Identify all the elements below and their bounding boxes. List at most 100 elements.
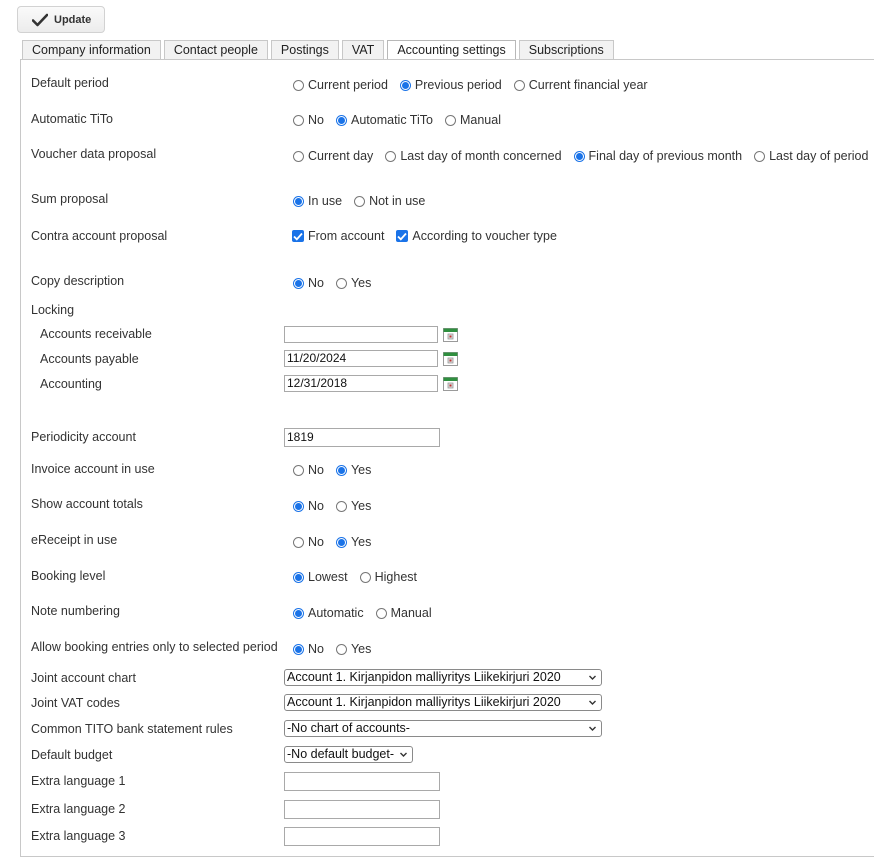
joint-account-chart-select[interactable]: Account 1. Kirjanpidon malliyritys Liike… <box>284 669 602 686</box>
radio-booking-lowest[interactable]: Lowest <box>293 570 348 584</box>
radio-current-day[interactable]: Current day <box>293 149 373 163</box>
radio-final-day-previous-month[interactable]: Final day of previous month <box>573 149 742 163</box>
booking-level-label: Booking level <box>31 569 106 583</box>
checkbox-checked <box>292 230 304 242</box>
settings-panel <box>20 59 874 857</box>
common-tito-rules-select[interactable]: -No chart of accounts- <box>284 720 602 737</box>
tab-company-information[interactable]: Company information <box>22 40 161 59</box>
radio-label: Not in use <box>369 194 426 208</box>
radio-note-manual[interactable]: Manual <box>375 606 432 620</box>
radio-label: Manual <box>390 606 432 620</box>
radio-label: Previous period <box>414 78 502 92</box>
accounts-receivable-date-input[interactable] <box>284 326 438 343</box>
select-value: -No default budget- <box>287 747 395 761</box>
radio-invoice-yes[interactable]: Yes <box>335 463 371 477</box>
sum-proposal-group: In use Not in use <box>293 194 437 208</box>
radio-label: Last day of month concerned <box>400 149 562 163</box>
radio-button <box>444 114 456 126</box>
accounts-payable-date-input[interactable]: 11/20/2024 <box>284 350 438 367</box>
radio-label: Highest <box>374 570 417 584</box>
radio-button <box>335 500 347 512</box>
radio-copy-yes[interactable]: Yes <box>335 276 372 290</box>
radio-button <box>335 277 347 289</box>
radio-not-in-use[interactable]: Not in use <box>354 194 425 208</box>
radio-totals-yes[interactable]: Yes <box>335 499 371 513</box>
tab-subscriptions[interactable]: Subscriptions <box>518 40 614 59</box>
radio-label: Automatic TiTo <box>350 113 433 127</box>
radio-label: Automatic <box>308 606 364 620</box>
calendar-icon[interactable] <box>442 326 459 343</box>
radio-allow-no[interactable]: No <box>293 642 324 656</box>
chevron-down-icon <box>589 726 596 731</box>
chevron-down-icon <box>400 752 407 757</box>
radio-label: Current day <box>308 149 374 163</box>
radio-booking-highest[interactable]: Highest <box>359 570 417 584</box>
checkmark-icon <box>397 232 408 241</box>
radio-label: In use <box>308 194 343 208</box>
radio-ereceipt-no[interactable]: No <box>293 535 324 549</box>
automatic-tito-group: No Automatic TiTo Manual <box>293 113 513 127</box>
checkmark-icon <box>293 232 303 241</box>
radio-last-day-of-period[interactable]: Last day of period <box>754 149 868 163</box>
booking-level-group: Lowest Highest <box>293 570 429 584</box>
radio-totals-no[interactable]: No <box>293 499 324 513</box>
radio-ereceipt-yes[interactable]: Yes <box>335 535 372 549</box>
radio-label: No <box>308 535 324 549</box>
checkbox-from-account[interactable]: From account <box>292 229 384 243</box>
radio-button <box>293 536 304 548</box>
extra-language-2-input[interactable] <box>284 800 440 819</box>
periodicity-account-label: Periodicity account <box>31 430 136 444</box>
radio-label: No <box>308 463 324 477</box>
radio-tito-manual[interactable]: Manual <box>444 113 501 127</box>
tab-bar: Company information Contact people Posti… <box>22 40 617 60</box>
select-value: Account 1. Kirjanpidon malliyritys Liike… <box>287 670 561 684</box>
tab-accounting-settings[interactable]: Accounting settings <box>387 40 516 60</box>
checkbox-checked <box>396 230 409 242</box>
radio-previous-period[interactable]: Previous period <box>399 78 502 92</box>
radio-current-financial-year[interactable]: Current financial year <box>513 78 648 92</box>
radio-invoice-no[interactable]: No <box>293 463 324 477</box>
copy-description-label: Copy description <box>31 274 125 288</box>
tab-postings[interactable]: Postings <box>270 40 339 59</box>
radio-tito-automatic[interactable]: Automatic TiTo <box>335 113 433 127</box>
radio-allow-yes[interactable]: Yes <box>335 642 371 656</box>
radio-note-automatic[interactable]: Automatic <box>293 606 364 620</box>
radio-label: No <box>308 113 324 127</box>
radio-button-selected <box>399 79 411 91</box>
radio-tito-no[interactable]: No <box>293 113 324 127</box>
ereceipt-group: No Yes <box>293 535 383 549</box>
automatic-tito-label: Automatic TiTo <box>31 112 113 126</box>
calendar-icon[interactable] <box>442 350 459 367</box>
radio-copy-no[interactable]: No <box>293 276 324 290</box>
radio-label: No <box>308 499 324 513</box>
radio-button <box>354 195 366 207</box>
invoice-account-group: No Yes <box>293 463 383 477</box>
radio-button <box>293 114 304 126</box>
joint-vat-codes-select[interactable]: Account 1. Kirjanpidon malliyritys Liike… <box>284 694 602 711</box>
voucher-data-proposal-label: Voucher data proposal <box>31 147 157 161</box>
extra-language-1-label: Extra language 1 <box>31 774 126 788</box>
chevron-down-icon <box>589 700 596 705</box>
radio-button-selected <box>335 536 347 548</box>
periodicity-account-input[interactable]: 1819 <box>284 428 440 447</box>
radio-label: Yes <box>350 276 372 290</box>
accounting-lock-date-input[interactable]: 12/31/2018 <box>284 375 438 392</box>
default-budget-select[interactable]: -No default budget- <box>284 746 413 763</box>
extra-language-3-input[interactable] <box>284 827 440 846</box>
radio-current-period[interactable]: Current period <box>293 78 388 92</box>
radio-in-use[interactable]: In use <box>293 194 342 208</box>
tab-contact-people[interactable]: Contact people <box>163 40 268 59</box>
radio-button-selected <box>293 607 304 619</box>
checkbox-according-to-voucher-type[interactable]: According to voucher type <box>396 229 557 243</box>
radio-button <box>359 571 371 583</box>
calendar-icon[interactable] <box>442 375 459 392</box>
radio-button <box>293 150 304 162</box>
tab-vat[interactable]: VAT <box>341 40 385 59</box>
update-button[interactable]: Update <box>17 6 105 33</box>
radio-last-day-month-concerned[interactable]: Last day of month concerned <box>385 149 562 163</box>
note-numbering-label: Note numbering <box>31 604 120 618</box>
extra-language-1-input[interactable] <box>284 772 440 791</box>
radio-button-selected <box>293 571 304 583</box>
radio-label: Yes <box>350 535 372 549</box>
radio-button-selected <box>293 195 304 207</box>
